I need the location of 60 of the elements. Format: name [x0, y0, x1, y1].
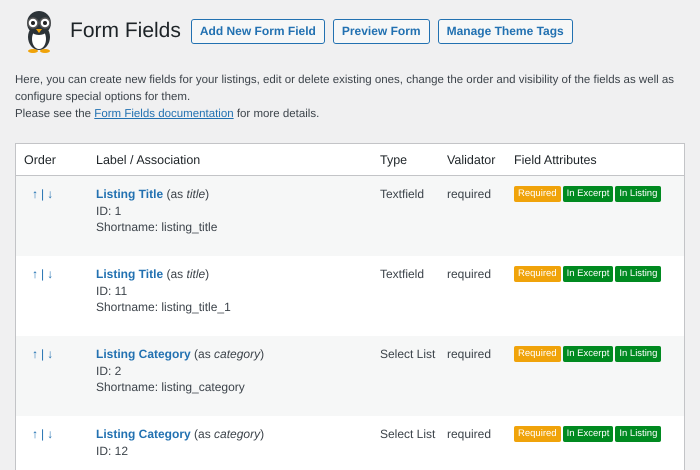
- field-shortname: Shortname: listing_title_1: [96, 299, 232, 316]
- field-id: ID: 12: [96, 442, 130, 459]
- separator: |: [41, 266, 44, 282]
- separator: |: [41, 346, 44, 362]
- move-down-link[interactable]: ↓: [47, 186, 54, 202]
- field-label-link[interactable]: Listing Title: [96, 267, 164, 281]
- documentation-link[interactable]: Form Fields documentation: [94, 108, 234, 120]
- attribute-tag: Required: [514, 266, 561, 282]
- field-shortname: Shortname: listing_title: [96, 219, 218, 236]
- field-association: (as category): [194, 347, 264, 361]
- header-button[interactable]: Manage Theme Tags: [438, 18, 573, 44]
- field-association: (as category): [194, 427, 264, 441]
- column-header: Type: [379, 152, 408, 166]
- column-header: Field Attributes: [513, 152, 598, 166]
- move-down-link[interactable]: ↓: [47, 426, 54, 442]
- separator: |: [41, 186, 44, 202]
- attribute-tag: In Listing: [615, 186, 662, 202]
- field-id: ID: 11: [96, 282, 128, 299]
- attribute-tag: In Excerpt: [562, 186, 614, 202]
- table-cell-text: Textfield: [379, 266, 426, 283]
- field-label-link[interactable]: Listing Category: [96, 427, 191, 441]
- intro-text: Please see the: [15, 108, 92, 120]
- header-button[interactable]: Add New Form Field: [190, 18, 325, 44]
- attribute-tag: In Listing: [615, 346, 662, 362]
- field-association: (as title): [166, 187, 210, 201]
- page-title: Form Fields: [70, 19, 181, 43]
- table-cell-text: required: [446, 426, 492, 443]
- move-down-link[interactable]: ↓: [47, 266, 54, 282]
- table-cell-text: Textfield: [379, 186, 426, 203]
- column-header: Order: [23, 152, 57, 166]
- move-up-link[interactable]: ↑: [32, 426, 38, 442]
- move-up-link[interactable]: ↑: [32, 266, 38, 282]
- field-association: (as title): [166, 267, 210, 281]
- field-label-link[interactable]: Listing Category: [96, 347, 191, 361]
- header-button[interactable]: Preview Form: [332, 18, 430, 44]
- column-header: Validator: [446, 152, 496, 166]
- table-cell-text: required: [446, 186, 492, 203]
- table-cell-text: required: [446, 266, 492, 283]
- separator: |: [41, 426, 44, 442]
- intro-text: for more details.: [236, 108, 320, 120]
- move-down-link[interactable]: ↓: [47, 346, 54, 362]
- move-up-link[interactable]: ↑: [32, 186, 38, 202]
- attribute-tag: In Listing: [615, 426, 662, 442]
- column-header: Label / Association: [95, 152, 202, 166]
- move-up-link[interactable]: ↑: [32, 346, 38, 362]
- table-cell-text: required: [446, 346, 492, 363]
- field-shortname: Shortname: listing_category: [96, 379, 246, 396]
- field-id: ID: 1: [96, 202, 122, 219]
- table-cell-text: Select List: [379, 426, 436, 443]
- attribute-tag: In Excerpt: [562, 426, 614, 442]
- attribute-tag: In Listing: [615, 266, 662, 282]
- attribute-tag: Required: [514, 186, 561, 202]
- attribute-tag: In Excerpt: [562, 346, 614, 362]
- table-cell-text: Select List: [379, 346, 436, 363]
- intro-text: Here, you can create new fields for your listings, edit or delete existing ones, change the order and visibility of the fields as well as configure special options for them.: [15, 73, 676, 105]
- attribute-tag: In Excerpt: [562, 266, 614, 282]
- attribute-tag: Required: [514, 346, 561, 362]
- field-label-link[interactable]: Listing Title: [96, 187, 164, 201]
- field-id: ID: 2: [96, 362, 122, 379]
- attribute-tag: Required: [514, 426, 561, 442]
